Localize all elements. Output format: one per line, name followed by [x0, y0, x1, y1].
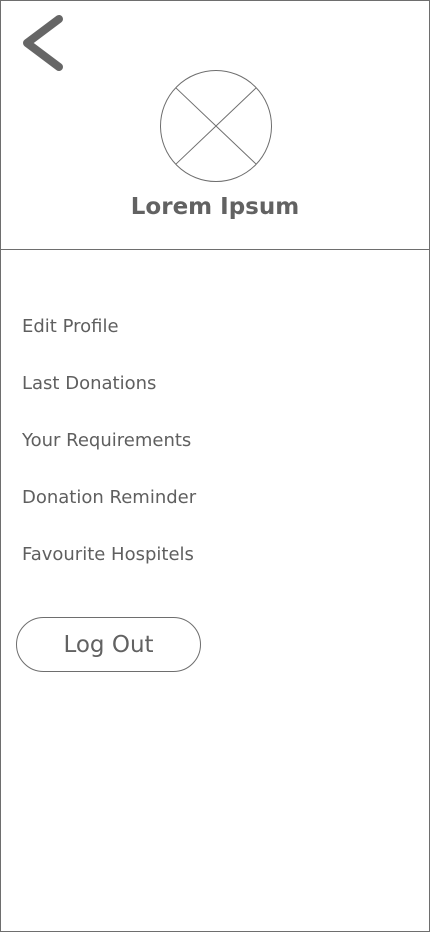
- profile-menu: Edit Profile Last Donations Your Require…: [22, 307, 196, 592]
- back-button[interactable]: [17, 11, 73, 75]
- profile-header: Lorem Ipsum: [1, 1, 429, 250]
- user-name: Lorem Ipsum: [130, 194, 300, 220]
- menu-item-your-requirements[interactable]: Your Requirements: [22, 421, 196, 478]
- avatar[interactable]: [159, 69, 273, 183]
- profile-screen: Lorem Ipsum Edit Profile Last Donations …: [0, 0, 430, 932]
- logout-button[interactable]: Log Out: [16, 617, 201, 672]
- menu-item-last-donations[interactable]: Last Donations: [22, 364, 196, 421]
- menu-item-edit-profile[interactable]: Edit Profile: [22, 307, 196, 364]
- chevron-left-icon: [23, 15, 63, 71]
- menu-item-favourite-hospitels[interactable]: Favourite Hospitels: [22, 535, 196, 592]
- placeholder-avatar-icon: [160, 70, 272, 182]
- menu-item-donation-reminder[interactable]: Donation Reminder: [22, 478, 196, 535]
